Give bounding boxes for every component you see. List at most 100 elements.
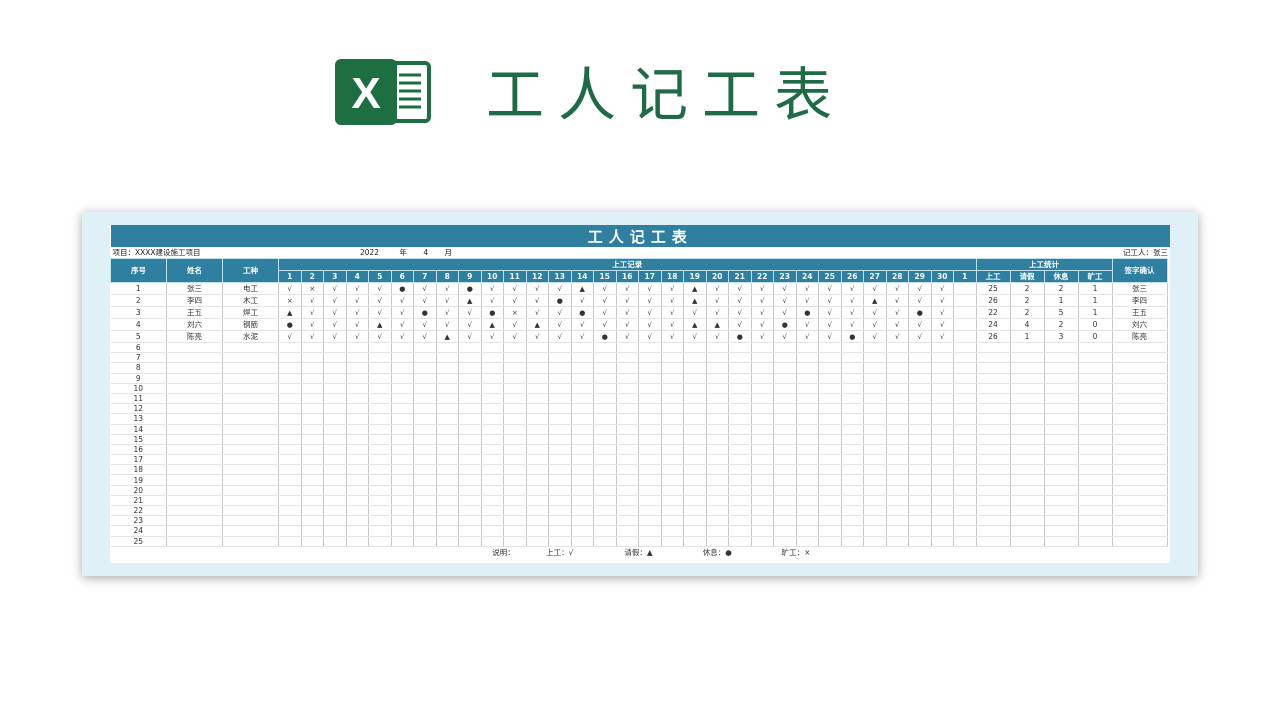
empty-cell	[391, 515, 414, 527]
empty-cell	[728, 424, 752, 435]
empty-cell	[976, 393, 1011, 405]
empty-cell	[391, 525, 414, 537]
empty-cell	[593, 495, 617, 507]
empty-cell	[458, 505, 482, 517]
empty-cell	[593, 454, 617, 466]
empty-cell	[391, 393, 414, 405]
empty-cell	[1112, 424, 1168, 435]
empty-cell	[481, 424, 504, 435]
empty-cell	[368, 525, 392, 537]
attendance-mark: √	[841, 318, 864, 331]
empty-cell	[773, 383, 797, 394]
attendance-mark: √	[683, 330, 707, 343]
empty-cell	[1044, 342, 1079, 354]
empty-cell	[571, 444, 594, 456]
attendance-table: 工人记工表 项目：XXXX建设施工项目 2022 年 4 月 记工人：张三 序号…	[110, 225, 1170, 559]
attendance-mark: √	[908, 330, 932, 343]
empty-cell	[391, 342, 414, 354]
empty-cell	[908, 474, 932, 486]
empty-cell	[931, 525, 954, 537]
empty-cell	[818, 495, 842, 507]
row-stat: 26	[976, 294, 1011, 307]
empty-cell	[301, 474, 324, 486]
empty-cell	[1010, 352, 1045, 364]
empty-cell	[953, 474, 977, 486]
empty-cell	[1044, 393, 1079, 405]
empty-cell	[751, 424, 774, 435]
empty-cell	[413, 464, 437, 476]
empty-cell	[1044, 474, 1079, 486]
empty-cell	[751, 403, 774, 415]
empty-cell	[931, 373, 954, 384]
empty-cell	[683, 362, 707, 374]
header-day: 22	[750, 270, 774, 283]
empty-cell	[593, 413, 617, 425]
attendance-mark: √	[368, 294, 392, 307]
empty-cell	[458, 342, 482, 354]
empty-cell	[953, 525, 977, 537]
empty-cell	[222, 515, 279, 527]
empty-cell	[503, 536, 527, 547]
empty-cell	[931, 342, 954, 354]
attendance-mark: √	[301, 318, 324, 331]
attendance-mark: √	[818, 318, 842, 331]
empty-cell	[616, 525, 639, 537]
empty-cell	[436, 515, 459, 527]
empty-cell	[391, 362, 414, 374]
empty-cell	[301, 352, 324, 364]
empty-cell	[953, 515, 977, 527]
attendance-mark: ▲	[458, 294, 482, 307]
empty-cell	[166, 495, 223, 507]
empty-cell	[661, 525, 684, 537]
empty-cell	[773, 373, 797, 384]
empty-cell	[976, 403, 1011, 415]
empty-cell	[706, 393, 729, 405]
empty-cell	[638, 424, 662, 435]
row-seq: 19	[110, 474, 167, 486]
empty-cell	[503, 464, 527, 476]
empty-cell	[773, 474, 797, 486]
row-sign: 张三	[1112, 282, 1168, 295]
attendance-mark: √	[458, 318, 482, 331]
attendance-mark: ▲	[683, 294, 707, 307]
header-day: 16	[615, 270, 639, 283]
empty-cell	[368, 495, 392, 507]
empty-cell	[458, 464, 482, 476]
empty-cell	[571, 362, 594, 374]
empty-cell	[1010, 444, 1045, 456]
empty-cell	[976, 464, 1011, 476]
empty-cell	[548, 495, 572, 507]
empty-cell	[728, 403, 752, 415]
empty-cell	[683, 393, 707, 405]
row-seq: 5	[110, 330, 167, 343]
empty-cell	[222, 373, 279, 384]
attendance-mark: √	[931, 306, 954, 319]
row-sign: 李四	[1112, 294, 1168, 307]
empty-cell	[571, 495, 594, 507]
header-day: 24	[795, 270, 819, 283]
attendance-mark: ▲	[278, 306, 302, 319]
empty-cell	[796, 393, 819, 405]
empty-cell	[1112, 485, 1168, 496]
empty-cell	[1044, 444, 1079, 456]
empty-cell	[278, 342, 302, 354]
row-seq: 20	[110, 485, 167, 496]
empty-cell	[1112, 373, 1168, 384]
empty-cell	[1010, 362, 1045, 374]
empty-cell	[661, 495, 684, 507]
empty-cell	[571, 536, 594, 547]
empty-cell	[346, 373, 369, 384]
empty-cell	[458, 424, 482, 435]
attendance-mark: √	[818, 306, 842, 319]
row-trade: 钢筋	[222, 318, 279, 331]
attendance-mark: √	[863, 282, 887, 295]
table-row: 15	[110, 434, 1171, 445]
empty-cell	[278, 515, 302, 527]
empty-cell	[706, 505, 729, 517]
empty-cell	[503, 352, 527, 364]
empty-cell	[593, 424, 617, 435]
attendance-mark: ●	[571, 306, 594, 319]
table-row: 14	[110, 424, 1171, 435]
row-seq: 12	[110, 403, 167, 415]
attendance-mark: √	[548, 306, 572, 319]
